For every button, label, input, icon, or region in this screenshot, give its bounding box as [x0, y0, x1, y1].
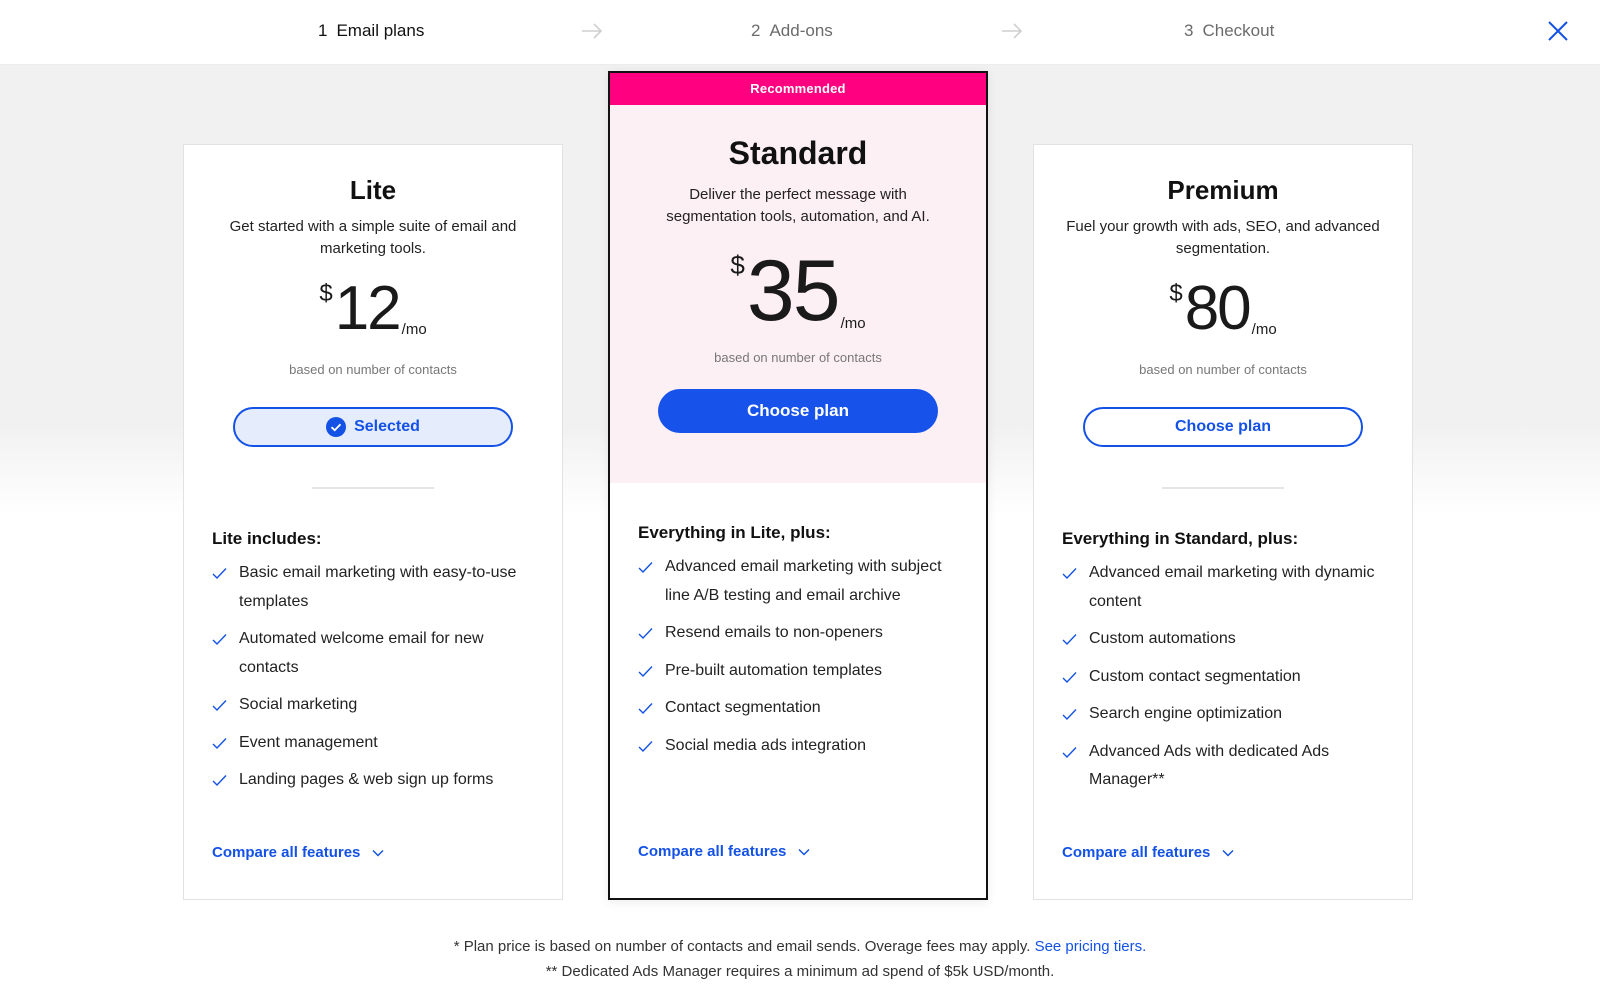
check-icon: [212, 737, 227, 749]
price-currency: $: [1169, 280, 1183, 307]
feature-item: Search engine optimization: [1062, 700, 1384, 729]
plan-description: Fuel your growth with ads, SEO, and adva…: [1066, 218, 1380, 257]
feature-item: Landing pages & web sign up forms: [212, 766, 534, 795]
chevron-down-icon: [798, 848, 810, 856]
step-number: 2: [751, 21, 761, 40]
button-label: Selected: [354, 418, 420, 435]
footnotes: * Plan price is based on number of conta…: [0, 934, 1600, 984]
features-title: Everything in Lite, plus:: [638, 523, 831, 542]
feature-list: Basic email marketing with easy-to-use t…: [212, 559, 534, 795]
compare-features-link[interactable]: Compare all features: [212, 844, 384, 861]
arrow-right-icon: [1002, 23, 1023, 39]
see-pricing-tiers-link[interactable]: See pricing tiers.: [1035, 938, 1147, 955]
check-icon: [1062, 671, 1077, 683]
feature-item: Custom contact segmentation: [1062, 663, 1384, 692]
feature-item: Advanced email marketing with subject li…: [638, 553, 958, 610]
feature-item: Automated welcome email for new contacts: [212, 625, 534, 682]
step-label: Checkout: [1202, 21, 1275, 40]
plan-name: Standard: [728, 135, 868, 171]
feature-item: Social marketing: [212, 691, 534, 720]
plan-price: $ 12 /mo: [184, 278, 562, 340]
feature-item: Custom automations: [1062, 625, 1384, 654]
plan-card-standard: Recommended Standard Deliver the perfect…: [608, 71, 988, 900]
check-icon: [638, 628, 653, 640]
feature-item: Social media ads integration: [638, 732, 958, 761]
feature-item: Pre-built automation templates: [638, 657, 958, 686]
checkout-stepper: 1 Email plans 2 Add-ons 3 Checkout: [0, 0, 1600, 65]
feature-item: Advanced Ads with dedicated Ads Manager*…: [1062, 738, 1384, 795]
footnote-pricing: * Plan price is based on number of conta…: [453, 938, 1147, 955]
check-icon: [638, 703, 653, 715]
plan-name: Lite: [349, 175, 397, 205]
feature-list: Advanced email marketing with dynamic co…: [1062, 559, 1384, 795]
plan-card-premium: Premium Fuel your growth with ads, SEO, …: [1033, 144, 1413, 900]
feature-item: Contact segmentation: [638, 694, 958, 723]
price-note: based on number of contacts: [714, 350, 882, 365]
feature-section: Everything in Standard, plus: Advanced e…: [1034, 529, 1412, 795]
divider: [312, 487, 434, 489]
feature-item: Resend emails to non-openers: [638, 619, 958, 648]
price-period: /mo: [840, 315, 866, 332]
price-period: /mo: [401, 321, 427, 338]
step-label: Add-ons: [769, 21, 833, 40]
chevron-down-icon: [372, 849, 384, 857]
check-icon: [212, 634, 227, 646]
footnote-ads-manager: ** Dedicated Ads Manager requires a mini…: [545, 963, 1055, 980]
features-title: Everything in Standard, plus:: [1062, 529, 1299, 548]
choose-plan-button[interactable]: Choose plan: [1083, 407, 1363, 447]
check-icon: [212, 568, 227, 580]
step-label: Email plans: [336, 21, 425, 40]
check-icon: [1062, 568, 1077, 580]
plan-price: $ 35 /mo: [610, 248, 986, 334]
compare-features-link[interactable]: Compare all features: [638, 843, 810, 860]
price-amount: 35: [746, 243, 841, 339]
compare-features-link[interactable]: Compare all features: [1062, 844, 1234, 861]
feature-list: Advanced email marketing with subject li…: [638, 553, 958, 760]
close-icon[interactable]: [1545, 18, 1571, 44]
choose-plan-button[interactable]: Choose plan: [658, 389, 938, 433]
feature-section: Everything in Lite, plus: Advanced email…: [610, 523, 986, 760]
recommended-badge: Recommended: [610, 73, 986, 105]
divider: [1162, 487, 1284, 489]
check-icon: [212, 775, 227, 787]
check-icon: [212, 700, 227, 712]
step-number: 1: [318, 21, 328, 40]
check-icon: [638, 562, 653, 574]
price-note: based on number of contacts: [289, 362, 457, 377]
step-add-ons[interactable]: 2 Add-ons: [751, 0, 833, 62]
check-icon: [1062, 709, 1077, 721]
check-icon: [1062, 634, 1077, 646]
plan-header: Standard Deliver the perfect message wit…: [610, 105, 986, 483]
plan-price: $ 80 /mo: [1034, 278, 1412, 340]
feature-section: Lite includes: Basic email marketing wit…: [184, 529, 562, 795]
features-title: Lite includes:: [212, 529, 322, 548]
price-amount: 12: [334, 274, 402, 343]
chevron-down-icon: [1222, 849, 1234, 857]
check-icon: [1062, 746, 1077, 758]
feature-item: Advanced email marketing with dynamic co…: [1062, 559, 1384, 616]
check-icon: [638, 740, 653, 752]
check-icon: [638, 665, 653, 677]
price-currency: $: [319, 280, 333, 307]
compare-label: Compare all features: [638, 843, 787, 860]
plan-name: Premium: [1167, 175, 1279, 205]
plan-description: Get started with a simple suite of email…: [229, 218, 517, 257]
selected-plan-button[interactable]: Selected: [233, 407, 513, 447]
plan-description: Deliver the perfect message with segment…: [666, 186, 930, 225]
feature-item: Basic email marketing with easy-to-use t…: [212, 559, 534, 616]
step-number: 3: [1184, 21, 1194, 40]
price-period: /mo: [1251, 321, 1277, 338]
compare-label: Compare all features: [212, 844, 361, 861]
check-circle-icon: [326, 417, 347, 437]
compare-label: Compare all features: [1062, 844, 1211, 861]
plan-card-lite: Lite Get started with a simple suite of …: [183, 144, 563, 900]
arrow-right-icon: [582, 23, 603, 39]
price-note: based on number of contacts: [1139, 362, 1307, 377]
price-currency: $: [730, 250, 745, 280]
feature-item: Event management: [212, 729, 534, 758]
price-amount: 80: [1184, 274, 1252, 343]
step-email-plans[interactable]: 1 Email plans: [318, 0, 424, 62]
step-checkout[interactable]: 3 Checkout: [1184, 0, 1274, 62]
